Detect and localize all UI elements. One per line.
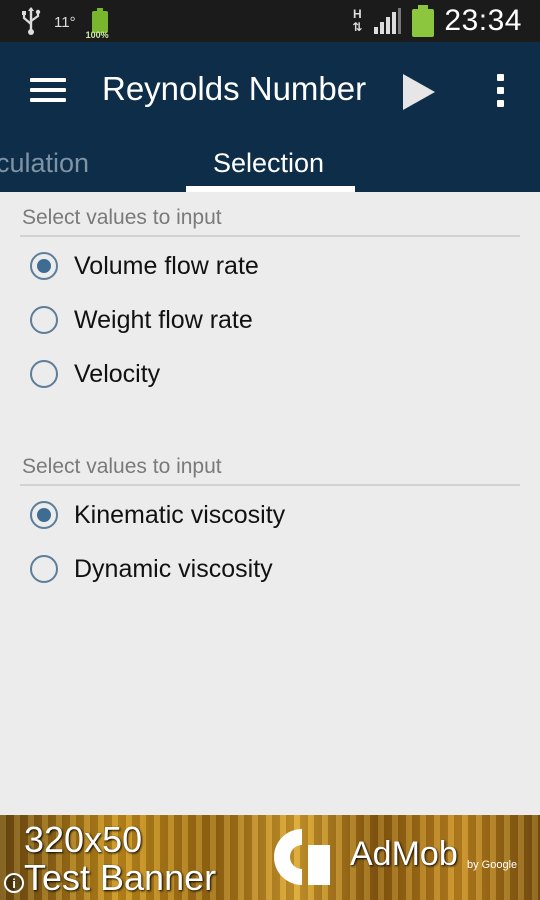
action-bar: Reynolds Number: [0, 42, 540, 140]
ad-banner[interactable]: 320x50 Test Banner AdMob by Google i: [0, 815, 540, 900]
usb-icon: [22, 7, 41, 35]
clock: 23:34: [444, 4, 522, 37]
tab-calculation[interactable]: lculation: [0, 148, 89, 179]
network-type-icon: H ⇅: [352, 7, 363, 34]
section-header-flow: Select values to input: [22, 206, 222, 229]
play-icon[interactable]: [400, 72, 438, 112]
app-title: Reynolds Number: [102, 70, 367, 107]
overflow-menu-icon[interactable]: [494, 74, 506, 110]
admob-brand-text: AdMob: [350, 835, 458, 873]
battery-icon: [412, 5, 435, 37]
tab-bar: lculation Selection: [0, 140, 540, 192]
admob-logo-icon: [274, 829, 330, 885]
radio-unchecked-icon[interactable]: [30, 360, 58, 388]
admob-by-text: by Google: [467, 859, 518, 871]
radio-velocity[interactable]: Velocity: [30, 354, 160, 394]
radio-label: Kinematic viscosity: [74, 500, 286, 529]
battery-full-icon: 100%: [86, 7, 112, 40]
ad-banner-text: Test Banner: [24, 857, 217, 898]
status-right: H ⇅ 23:34: [352, 4, 522, 38]
signal-strength-icon: [374, 8, 402, 34]
radio-dynamic-viscosity[interactable]: Dynamic viscosity: [30, 549, 273, 589]
battery-percent-text: 100%: [85, 30, 109, 40]
status-left: 11° 100%: [20, 6, 112, 40]
radio-weight-flow-rate[interactable]: Weight flow rate: [30, 300, 253, 340]
tab-selection[interactable]: Selection: [213, 148, 324, 179]
ad-info-icon[interactable]: i: [4, 873, 24, 893]
menu-icon[interactable]: [30, 78, 66, 104]
ad-size-text: 320x50: [24, 819, 143, 860]
temperature-text: 11°: [54, 13, 76, 31]
radio-label: Weight flow rate: [74, 305, 253, 334]
radio-label: Dynamic viscosity: [74, 554, 273, 583]
radio-volume-flow-rate[interactable]: Volume flow rate: [30, 246, 259, 286]
radio-checked-icon[interactable]: [30, 501, 58, 529]
radio-unchecked-icon[interactable]: [30, 555, 58, 583]
network-type-text: H: [353, 7, 362, 21]
tab-indicator: [186, 186, 355, 192]
status-bar: 11° 100% H ⇅ 23:34: [0, 0, 540, 42]
radio-kinematic-viscosity[interactable]: Kinematic viscosity: [30, 495, 285, 535]
section-divider: [20, 235, 520, 237]
section-divider: [20, 484, 520, 486]
radio-checked-icon[interactable]: [30, 252, 58, 280]
radio-label: Velocity: [74, 359, 161, 388]
section-header-viscosity: Select values to input: [22, 455, 222, 478]
radio-label: Volume flow rate: [74, 251, 259, 280]
radio-unchecked-icon[interactable]: [30, 306, 58, 334]
